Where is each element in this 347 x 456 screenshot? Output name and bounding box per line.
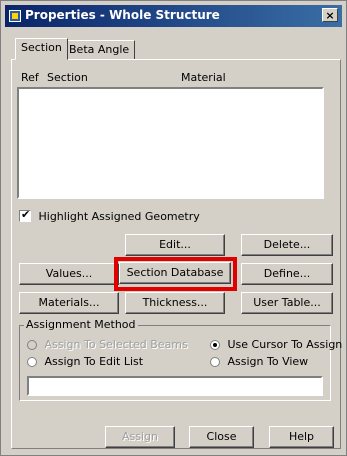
column-header-ref: Ref <box>21 71 39 84</box>
radio-assign-to-view[interactable]: Assign To View <box>210 355 308 369</box>
tab-beta-angle[interactable]: Beta Angle <box>63 40 136 60</box>
section-list[interactable] <box>17 87 324 199</box>
column-header-material: Material <box>181 71 226 84</box>
thickness-button[interactable]: Thickness... <box>125 292 225 314</box>
radio-button[interactable] <box>210 340 220 350</box>
assignment-method-title: Assignment Method <box>24 318 138 331</box>
properties-dialog: Properties - Whole Structure × Section B… <box>0 0 347 456</box>
radio-label: Assign To View <box>227 355 309 368</box>
edit-list-input[interactable] <box>27 376 323 396</box>
app-icon <box>9 10 21 22</box>
radio-button[interactable] <box>27 357 37 367</box>
highlight-box <box>114 257 237 291</box>
delete-button[interactable]: Delete... <box>241 234 333 256</box>
close-icon[interactable]: × <box>322 8 338 22</box>
radio-assign-to-edit-list[interactable]: Assign To Edit List <box>27 355 143 369</box>
checkbox-box[interactable]: ✔ <box>19 208 31 222</box>
radio-label: Assign To Edit List <box>44 355 144 368</box>
highlight-assigned-checkbox[interactable]: ✔ Highlight Assigned Geometry <box>19 208 200 223</box>
tab-section[interactable]: Section <box>15 38 68 60</box>
edit-button[interactable]: Edit... <box>125 234 225 256</box>
radio-label: Use Cursor To Assign <box>227 338 343 351</box>
checkbox-label: Highlight Assigned Geometry <box>38 209 200 223</box>
radio-assign-selected-beams: Assign To Selected Beams <box>27 338 188 352</box>
radio-button[interactable] <box>210 357 220 367</box>
assign-button: Assign <box>105 426 175 448</box>
check-mark-icon: ✔ <box>21 208 31 221</box>
help-button[interactable]: Help <box>269 426 334 448</box>
column-header-section: Section <box>47 71 88 84</box>
close-button[interactable]: Close <box>189 426 254 448</box>
radio-label: Assign To Selected Beams <box>44 338 188 351</box>
radio-button <box>27 340 37 350</box>
window-title: Properties - Whole Structure <box>25 8 220 22</box>
user-table-button[interactable]: User Table... <box>241 292 333 314</box>
title-bar[interactable]: Properties - Whole Structure × <box>5 5 342 27</box>
radio-use-cursor-to-assign[interactable]: Use Cursor To Assign <box>210 338 342 352</box>
values-button[interactable]: Values... <box>19 263 119 285</box>
define-button[interactable]: Define... <box>241 263 333 285</box>
materials-button[interactable]: Materials... <box>19 292 119 314</box>
